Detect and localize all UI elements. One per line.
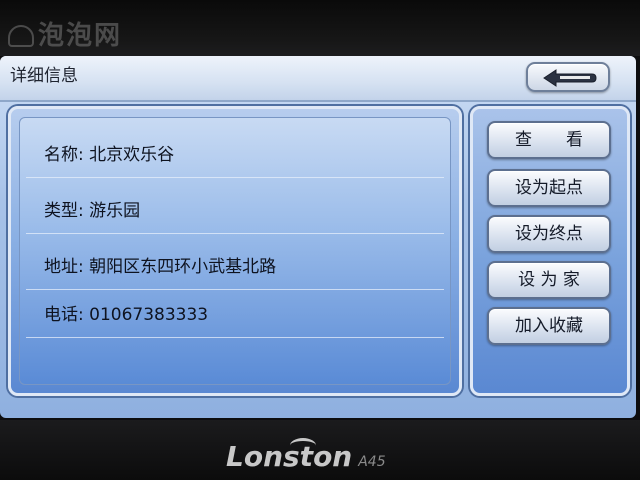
view-button[interactable]: 查 看 [487,121,611,159]
detail-name: 名称: 北京欢乐谷 [44,145,175,165]
model-name: A45 [358,454,386,470]
device-bezel-top: 泡泡网 [0,0,640,56]
detail-panel: 名称: 北京欢乐谷 类型: 游乐园 地址: 朝阳区东四环小武基北路 电话: 01… [8,106,462,396]
title-bar: 详细信息 [0,56,636,102]
watermark: 泡泡网 [8,20,122,52]
detail-row-name: 名称: 北京欢乐谷 [26,126,444,178]
detail-row-type: 类型: 游乐园 [26,182,444,234]
watermark-text: 泡泡网 [38,21,123,51]
navigator-screen: 详细信息 名称: 北京欢乐谷 类型: 游乐园 地址: 朝阳区东四环小武基北路 电… [0,56,636,418]
brand-name: Lonston [226,440,353,473]
set-start-button[interactable]: 设为起点 [487,169,611,207]
detail-address: 地址: 朝阳区东四环小武基北路 [44,257,277,277]
add-favorite-button[interactable]: 加入收藏 [487,307,611,345]
back-arrow-icon [543,69,597,87]
detail-row-address: 地址: 朝阳区东四环小武基北路 [26,238,444,290]
device-brand: Lonston A45 [226,440,386,476]
set-destination-button[interactable]: 设为终点 [487,215,611,253]
set-home-button[interactable]: 设 为 家 [487,261,611,299]
back-button[interactable] [526,62,610,92]
action-panel: 查 看 设为起点 设为终点 设 为 家 加入收藏 [470,106,630,396]
detail-type: 类型: 游乐园 [44,201,141,221]
watermark-logo-icon [8,25,34,47]
detail-list: 名称: 北京欢乐谷 类型: 游乐园 地址: 朝阳区东四环小武基北路 电话: 01… [19,117,451,385]
detail-phone: 电话: 01067383333 [44,305,209,325]
page-title: 详细信息 [10,66,78,86]
detail-row-phone: 电话: 01067383333 [26,286,444,338]
